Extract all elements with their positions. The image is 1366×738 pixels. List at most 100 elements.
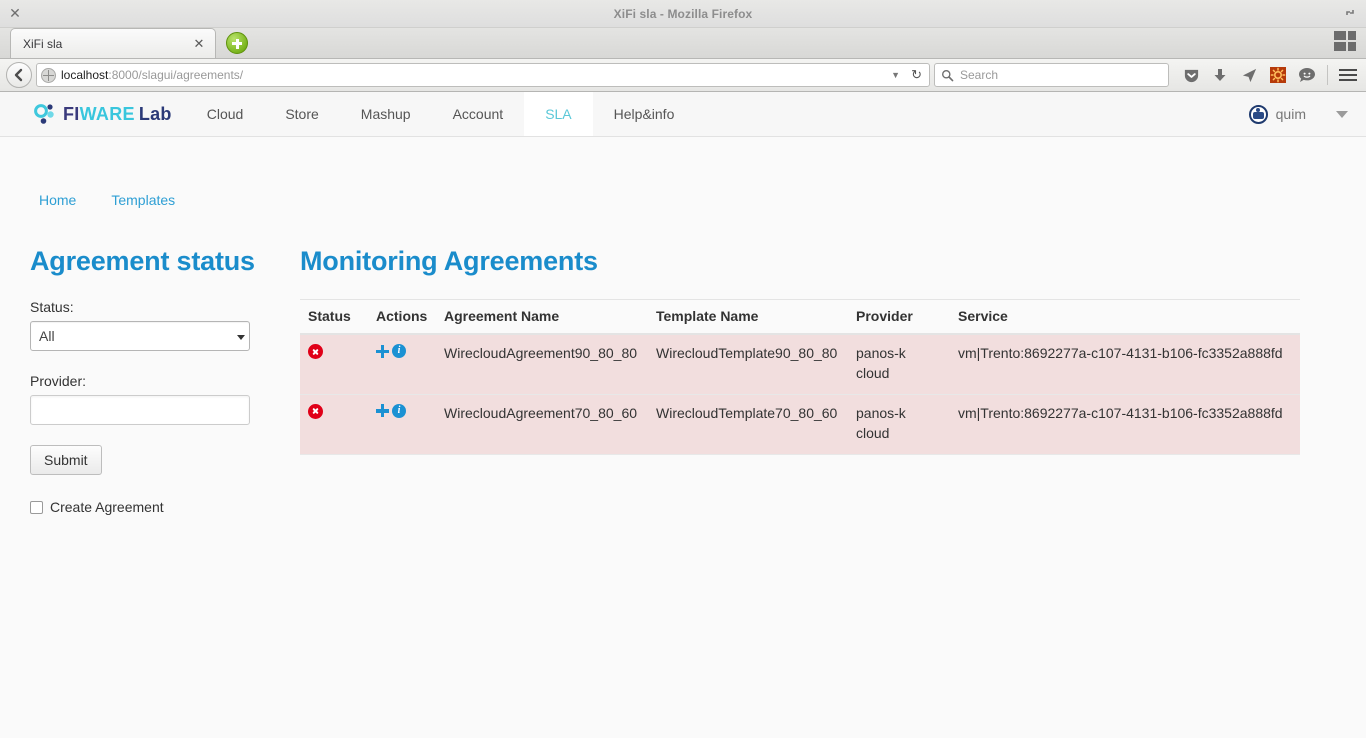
- nav-link-account[interactable]: Account: [432, 92, 525, 136]
- cell-template-name: WirecloudTemplate90_80_80: [648, 334, 848, 395]
- toolbar-separator: [1327, 65, 1328, 85]
- error-status-icon[interactable]: [308, 344, 323, 359]
- search-icon: [942, 69, 954, 81]
- monitoring-agreements-panel: Monitoring Agreements Status Actions Agr…: [300, 246, 1366, 515]
- hamburger-bar: [1339, 79, 1357, 81]
- pocket-icon[interactable]: [1179, 63, 1203, 87]
- page-content: FIWARE Lab Cloud Store Mashup Account SLA…: [0, 92, 1366, 737]
- breadcrumb-item-templates[interactable]: Templates: [102, 192, 184, 208]
- nav-link-help-info[interactable]: Help&info: [593, 92, 696, 136]
- page-body: Agreement status Status: All Provider: S…: [0, 208, 1366, 515]
- nav-link-sla[interactable]: SLA: [524, 92, 593, 136]
- chevron-down-icon[interactable]: [1336, 110, 1348, 118]
- add-icon[interactable]: [376, 344, 389, 358]
- table-row[interactable]: i WirecloudAgreement70_80_60 WirecloudTe…: [300, 394, 1300, 455]
- status-select[interactable]: All: [30, 321, 250, 351]
- browser-search-bar[interactable]: Search: [934, 63, 1169, 87]
- hamburger-bar: [1339, 74, 1357, 76]
- user-avatar-icon: [1248, 104, 1268, 124]
- fiware-lab-logo[interactable]: FIWARE Lab: [0, 92, 186, 136]
- create-agreement-label: Create Agreement: [50, 499, 164, 515]
- cell-provider: panos-k cloud: [848, 334, 950, 395]
- tab-close-icon[interactable]: ✕: [191, 36, 207, 52]
- url-dropdown-icon[interactable]: ▼: [888, 70, 903, 80]
- url-text: localhost:8000/slagui/agreements/: [61, 68, 883, 82]
- apps-grid-cell: [1348, 42, 1356, 51]
- submit-button[interactable]: Submit: [30, 445, 102, 475]
- reload-icon[interactable]: ↻: [908, 67, 925, 83]
- brand-fi: FI: [63, 103, 80, 124]
- tab-title: XiFi sla: [23, 36, 63, 51]
- th-status: Status: [300, 299, 368, 335]
- th-template-name: Template Name: [648, 299, 848, 335]
- url-host: localhost: [61, 68, 109, 82]
- add-icon[interactable]: [376, 404, 389, 418]
- th-agreement-name: Agreement Name: [436, 299, 648, 335]
- window-restore-icon[interactable]: [1342, 5, 1358, 21]
- error-status-icon[interactable]: [308, 403, 323, 419]
- breadcrumb-item-home[interactable]: Home: [30, 192, 85, 208]
- fiware-navbar: FIWARE Lab Cloud Store Mashup Account SLA…: [0, 92, 1366, 137]
- th-actions: Actions: [368, 299, 436, 335]
- provider-field-label: Provider:: [30, 373, 87, 389]
- agreements-table-body: i WirecloudAgreement90_80_80 WirecloudTe…: [300, 334, 1300, 455]
- back-arrow-icon[interactable]: [6, 62, 32, 88]
- cell-status: [300, 394, 368, 455]
- status-select-value: All: [39, 328, 55, 344]
- cell-agreement-name: WirecloudAgreement90_80_80: [436, 334, 648, 395]
- user-menu[interactable]: quim: [1248, 92, 1348, 136]
- hamburger-menu-icon[interactable]: [1336, 63, 1360, 87]
- th-provider: Provider: [848, 299, 950, 335]
- nav-link-mashup[interactable]: Mashup: [340, 92, 432, 136]
- address-bar[interactable]: localhost:8000/slagui/agreements/ ▼ ↻: [36, 63, 930, 87]
- globe-icon: [41, 67, 56, 83]
- chat-bubble-icon[interactable]: [1295, 63, 1319, 87]
- browser-tab[interactable]: XiFi sla ✕: [10, 28, 216, 58]
- downloads-icon[interactable]: [1208, 63, 1232, 87]
- cell-actions: i: [368, 334, 436, 395]
- send-tab-icon[interactable]: [1237, 63, 1261, 87]
- toolbar-icons: [1173, 63, 1360, 87]
- window-title: XiFi sla - Mozilla Firefox: [613, 6, 753, 21]
- brand-ware: WARE: [79, 103, 135, 124]
- cell-template-name: WirecloudTemplate70_80_60: [648, 394, 848, 455]
- window-close-icon[interactable]: ✕: [8, 6, 22, 20]
- cell-agreement-name: WirecloudAgreement70_80_60: [436, 394, 648, 455]
- sidebar-title: Agreement status: [30, 246, 255, 276]
- nav-link-store[interactable]: Store: [264, 92, 339, 136]
- nav-link-cloud[interactable]: Cloud: [186, 92, 265, 136]
- apps-grid-cell: [1348, 31, 1356, 40]
- apps-grid-icon[interactable]: [1334, 31, 1356, 53]
- th-service: Service: [950, 299, 1300, 335]
- info-icon[interactable]: i: [392, 403, 406, 418]
- create-agreement-checkbox-row[interactable]: Create Agreement: [30, 499, 300, 515]
- user-name: quim: [1275, 106, 1306, 122]
- cell-service: vm|Trento:8692277a-c107-4131-b106-fc3352…: [950, 394, 1300, 455]
- table-row[interactable]: i WirecloudAgreement90_80_80 WirecloudTe…: [300, 334, 1300, 395]
- window-titlebar: ✕ XiFi sla - Mozilla Firefox: [0, 0, 1366, 28]
- url-path: :8000/slagui/agreements/: [108, 68, 244, 82]
- cell-provider: panos-k cloud: [848, 394, 950, 455]
- provider-input[interactable]: [30, 395, 250, 425]
- breadcrumb: Home Templates: [0, 137, 1366, 208]
- fiware-nav-links: Cloud Store Mashup Account SLA Help&info: [186, 92, 696, 136]
- cell-status: [300, 334, 368, 395]
- new-tab-plus-icon[interactable]: [226, 32, 248, 54]
- chevron-down-icon: [237, 335, 245, 340]
- search-placeholder: Search: [960, 68, 999, 82]
- create-agreement-checkbox[interactable]: [30, 500, 43, 514]
- cell-actions: i: [368, 394, 436, 455]
- hamburger-bar: [1339, 69, 1357, 71]
- apps-grid-cell: [1334, 42, 1346, 51]
- status-field-label: Status:: [30, 299, 74, 315]
- agreements-table: Status Actions Agreement Name Template N…: [300, 299, 1300, 455]
- fiware-dots-logo-icon: [34, 102, 60, 126]
- info-icon[interactable]: i: [392, 344, 406, 358]
- firefox-hello-icon[interactable]: [1266, 63, 1290, 87]
- cell-service: vm|Trento:8692277a-c107-4131-b106-fc3352…: [950, 334, 1300, 395]
- browser-tabstrip: XiFi sla ✕: [0, 28, 1366, 59]
- apps-grid-cell: [1334, 31, 1346, 40]
- fiware-lab-wordmark: FIWARE Lab: [63, 104, 172, 125]
- table-header-row: Status Actions Agreement Name Template N…: [300, 299, 1300, 335]
- main-title: Monitoring Agreements: [300, 246, 598, 276]
